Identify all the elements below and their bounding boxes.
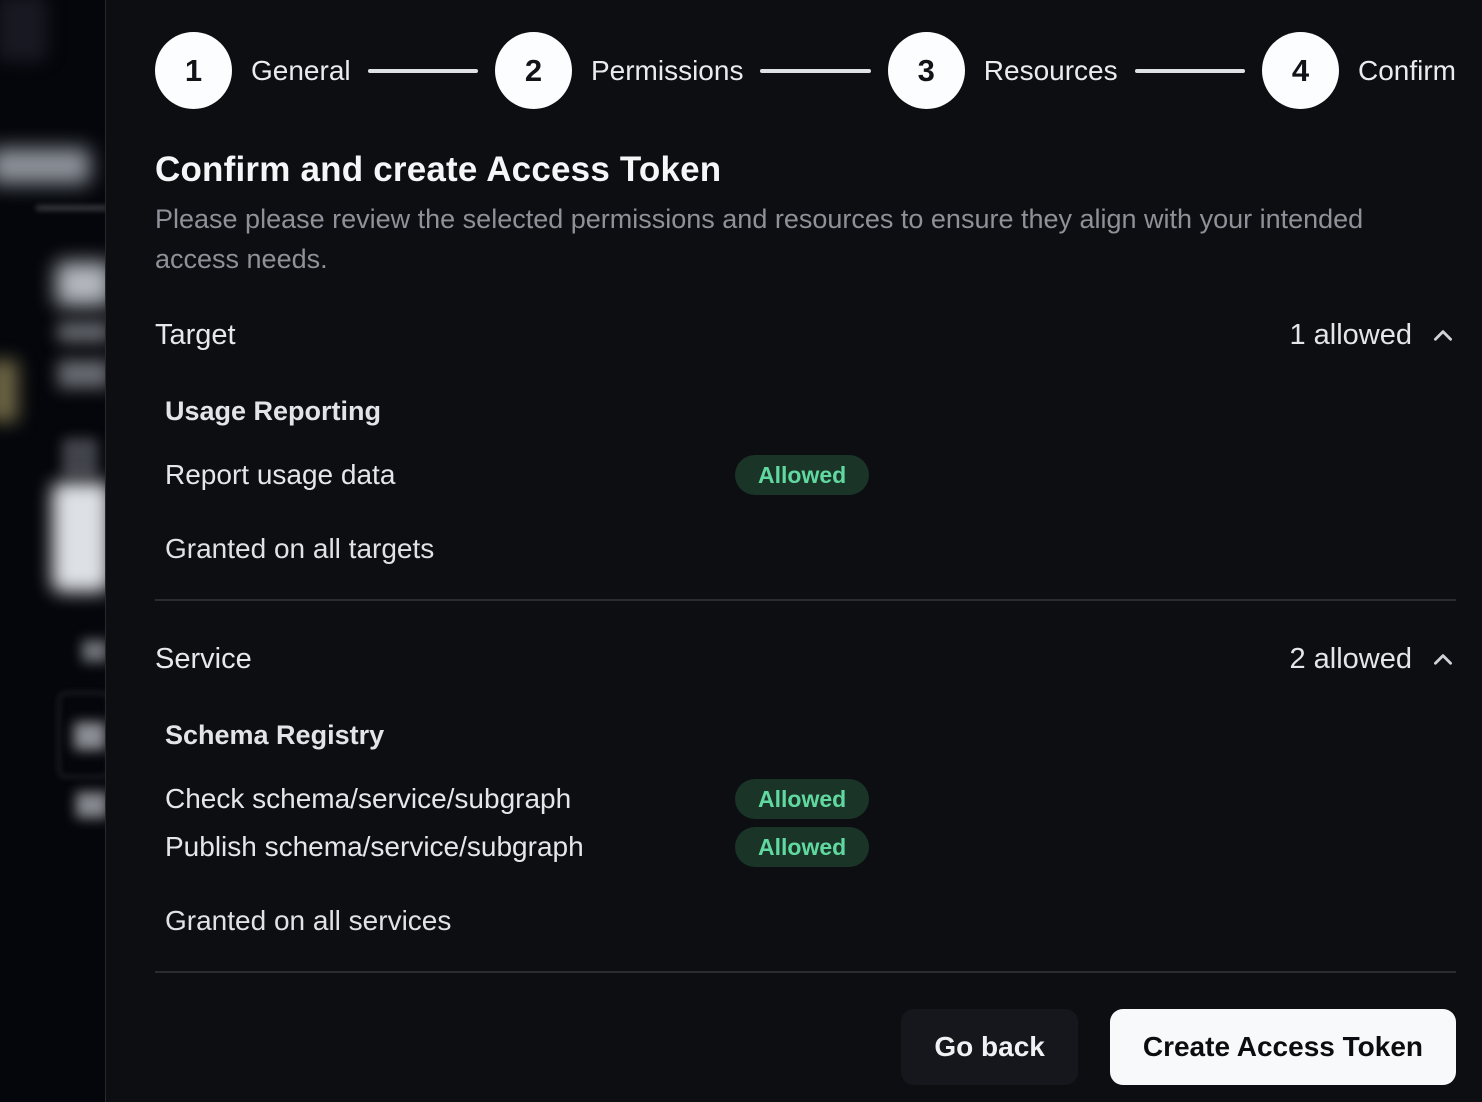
step-number-circle: 2 xyxy=(495,32,572,109)
group-heading: Schema Registry xyxy=(165,720,1456,751)
group-heading: Usage Reporting xyxy=(165,396,1456,427)
page-subtitle: Please please review the selected permis… xyxy=(155,199,1377,279)
permission-group-usage-reporting: Usage Reporting Report usage data Allowe… xyxy=(165,396,1456,499)
blurred-card xyxy=(52,482,106,592)
blurred-accent-block xyxy=(0,360,18,422)
granted-note: Granted on all services xyxy=(165,905,1456,937)
section-collapse-toggle[interactable]: 1 allowed xyxy=(1289,319,1456,352)
step-confirm[interactable]: 4 Confirm xyxy=(1262,32,1456,109)
granted-note: Granted on all targets xyxy=(165,533,1456,565)
allowed-count: 1 allowed xyxy=(1289,319,1412,352)
blurred-body-text xyxy=(58,322,106,342)
section-title: Target xyxy=(155,319,236,352)
step-permissions[interactable]: 2 Permissions xyxy=(495,32,743,109)
step-number-circle: 3 xyxy=(888,32,965,109)
chevron-up-icon xyxy=(1430,323,1456,349)
step-label: Confirm xyxy=(1358,55,1456,87)
status-badge-allowed: Allowed xyxy=(735,455,869,495)
create-access-token-button[interactable]: Create Access Token xyxy=(1110,1009,1456,1085)
permission-row: Publish schema/service/subgraph Allowed xyxy=(165,823,1456,871)
section-collapse-toggle[interactable]: 2 allowed xyxy=(1289,643,1456,676)
permission-label: Publish schema/service/subgraph xyxy=(165,831,735,863)
section-title: Service xyxy=(155,643,252,676)
status-badge-allowed: Allowed xyxy=(735,827,869,867)
permission-group-schema-registry: Schema Registry Check schema/service/sub… xyxy=(165,720,1456,871)
step-connector xyxy=(368,69,478,73)
blurred-app-logo xyxy=(0,0,48,62)
wizard-stepper: 1 General 2 Permissions 3 Resources 4 Co… xyxy=(155,32,1456,109)
step-number-circle: 1 xyxy=(155,32,232,109)
background-page xyxy=(0,0,106,1102)
blurred-label-text xyxy=(74,722,106,750)
section-header-service: Service 2 allowed xyxy=(155,643,1456,676)
step-resources[interactable]: 3 Resources xyxy=(888,32,1118,109)
modal-footer: Go back Create Access Token xyxy=(155,1009,1456,1085)
page-title: Confirm and create Access Token xyxy=(155,149,1456,191)
section-divider xyxy=(155,599,1456,601)
go-back-button[interactable]: Go back xyxy=(901,1009,1077,1085)
step-connector xyxy=(760,69,870,73)
blurred-heading-text xyxy=(56,262,106,306)
step-general[interactable]: 1 General xyxy=(155,32,351,109)
step-label: Resources xyxy=(984,55,1118,87)
blurred-label-text xyxy=(82,640,106,662)
permission-label: Check schema/service/subgraph xyxy=(165,783,735,815)
permission-label: Report usage data xyxy=(165,459,735,491)
blurred-label-text xyxy=(76,792,106,818)
section-header-target: Target 1 allowed xyxy=(155,319,1456,352)
footer-divider xyxy=(155,971,1456,973)
step-label: General xyxy=(251,55,351,87)
permission-row: Report usage data Allowed xyxy=(165,451,1456,499)
blurred-divider xyxy=(36,206,106,210)
step-label: Permissions xyxy=(591,55,743,87)
blurred-body-text xyxy=(58,360,106,388)
blurred-icon-tile xyxy=(62,438,98,476)
step-connector xyxy=(1135,69,1245,73)
step-number-circle: 4 xyxy=(1262,32,1339,109)
status-badge-allowed: Allowed xyxy=(735,779,869,819)
chevron-up-icon xyxy=(1430,647,1456,673)
permission-row: Check schema/service/subgraph Allowed xyxy=(165,775,1456,823)
create-access-token-modal: 1 General 2 Permissions 3 Resources 4 Co… xyxy=(105,0,1482,1102)
allowed-count: 2 allowed xyxy=(1289,643,1412,676)
blurred-nav-item xyxy=(0,148,90,184)
